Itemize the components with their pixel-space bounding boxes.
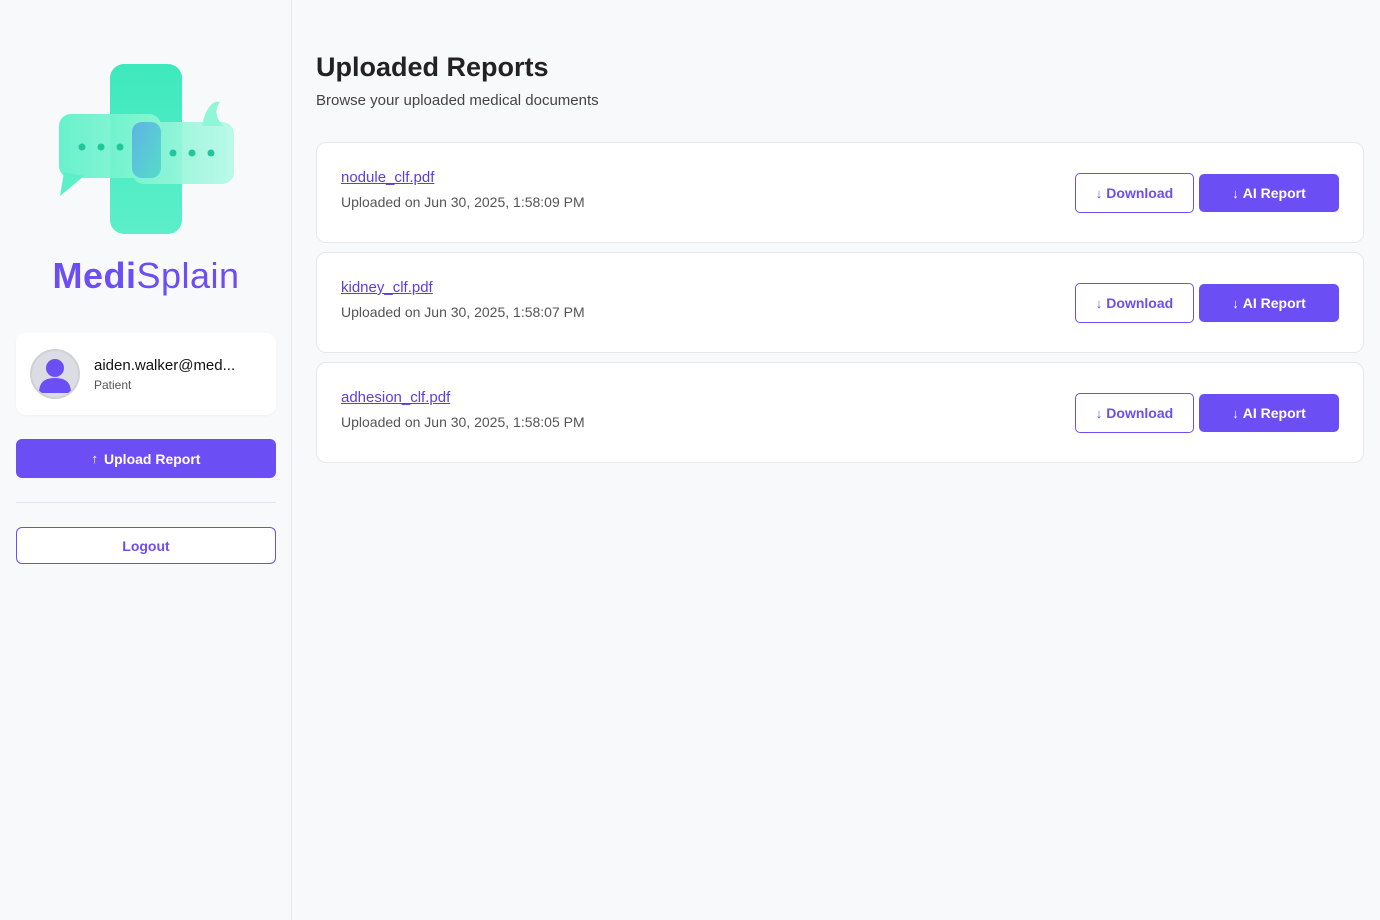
logout-button[interactable]: Logout — [16, 527, 276, 564]
sidebar-divider — [16, 502, 276, 503]
report-upload-date: Uploaded on Jun 30, 2025, 1:58:05 PM — [341, 414, 585, 430]
download-arrow-icon: ↓ — [1095, 185, 1103, 201]
sidebar: MediSplain aiden.walker@med... Patient ↑… — [0, 0, 292, 920]
user-role: Patient — [94, 377, 132, 392]
report-file-link[interactable]: nodule_clf.pdf — [341, 169, 434, 186]
ai-report-label: AI Report — [1242, 405, 1306, 421]
ai-report-label: AI Report — [1242, 185, 1306, 201]
logo — [0, 60, 292, 240]
report-list: nodule_clf.pdf Uploaded on Jun 30, 2025,… — [316, 142, 1364, 472]
user-email: aiden.walker@med... — [94, 356, 236, 374]
report-upload-date: Uploaded on Jun 30, 2025, 1:58:09 PM — [341, 194, 585, 210]
report-card: nodule_clf.pdf Uploaded on Jun 30, 2025,… — [316, 142, 1364, 243]
ai-report-button[interactable]: ↓ AI Report — [1199, 394, 1339, 432]
download-arrow-icon: ↓ — [1095, 295, 1103, 311]
user-avatar-icon — [39, 359, 71, 393]
user-info: aiden.walker@med... Patient — [94, 357, 244, 392]
download-arrow-icon: ↓ — [1095, 405, 1103, 421]
upload-arrow-icon: ↑ — [91, 451, 99, 466]
report-upload-date: Uploaded on Jun 30, 2025, 1:58:07 PM — [341, 304, 585, 320]
report-card: adhesion_clf.pdf Uploaded on Jun 30, 202… — [316, 362, 1364, 463]
download-label: Download — [1106, 295, 1174, 311]
report-file-link[interactable]: kidney_clf.pdf — [341, 279, 433, 296]
brand-name-part2: Splain — [136, 255, 240, 296]
main-content: Uploaded Reports Browse your uploaded me… — [292, 0, 1380, 920]
ai-report-arrow-icon: ↓ — [1232, 185, 1239, 201]
download-button[interactable]: ↓ Download — [1075, 283, 1194, 323]
download-button[interactable]: ↓ Download — [1075, 393, 1194, 433]
app-root: MediSplain aiden.walker@med... Patient ↑… — [0, 0, 1380, 920]
download-label: Download — [1106, 405, 1174, 421]
report-file-link[interactable]: adhesion_clf.pdf — [341, 389, 450, 406]
ai-report-arrow-icon: ↓ — [1232, 405, 1239, 421]
upload-report-button[interactable]: ↑ Upload Report — [16, 439, 276, 478]
brand-name: MediSplain — [0, 255, 292, 297]
download-label: Download — [1106, 185, 1174, 201]
medical-chat-logo-icon — [59, 64, 234, 234]
avatar — [30, 349, 80, 399]
report-card: kidney_clf.pdf Uploaded on Jun 30, 2025,… — [316, 252, 1364, 353]
ai-report-button[interactable]: ↓ AI Report — [1199, 284, 1339, 322]
brand-name-part1: Medi — [52, 255, 137, 296]
ai-report-arrow-icon: ↓ — [1232, 295, 1239, 311]
ai-report-label: AI Report — [1242, 295, 1306, 311]
user-profile-card: aiden.walker@med... Patient — [16, 333, 276, 415]
page-title: Uploaded Reports — [316, 52, 549, 82]
ai-report-button[interactable]: ↓ AI Report — [1199, 174, 1339, 212]
page-subtitle: Browse your uploaded medical documents — [316, 92, 599, 109]
download-button[interactable]: ↓ Download — [1075, 173, 1194, 213]
upload-report-label: Upload Report — [104, 450, 201, 467]
